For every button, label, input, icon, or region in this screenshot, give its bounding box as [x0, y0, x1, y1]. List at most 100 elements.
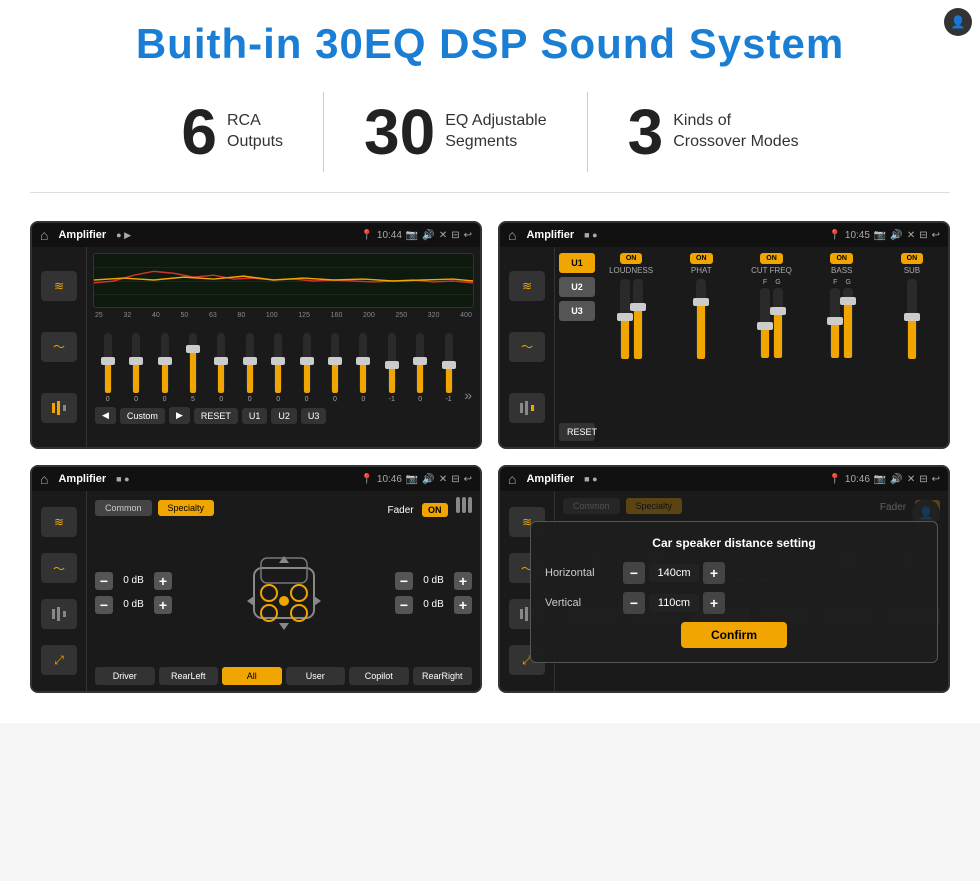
horizontal-plus[interactable]: +: [703, 562, 725, 584]
sub-track[interactable]: [907, 279, 917, 359]
sub-toggle[interactable]: ON: [901, 253, 924, 264]
home-icon-4[interactable]: ⌂: [508, 471, 516, 487]
common-btn[interactable]: Common: [95, 500, 152, 516]
home-icon-1[interactable]: ⌂: [40, 227, 48, 243]
rl-plus[interactable]: +: [154, 596, 172, 614]
eq-slider-11: -1: [379, 333, 404, 403]
eq-track-8[interactable]: [303, 333, 311, 393]
eq-graph: [93, 253, 474, 308]
play-btn-eq[interactable]: ▶: [169, 407, 190, 424]
vol-icon-btn-2[interactable]: [509, 393, 545, 423]
eq-track-4[interactable]: [189, 333, 197, 393]
loudness-label: LOUDNESS: [609, 266, 653, 275]
fr-plus[interactable]: +: [454, 572, 472, 590]
camera-icon-3: 📷: [406, 474, 418, 485]
eq-slider-7: 0: [265, 333, 290, 403]
location-icon-2: 📍: [828, 230, 840, 241]
fader-label: Fader: [387, 505, 413, 516]
preset-u2[interactable]: U2: [559, 277, 595, 297]
preset-u1[interactable]: U1: [559, 253, 595, 273]
all-btn[interactable]: All: [222, 667, 282, 685]
rearleft-btn[interactable]: RearLeft: [159, 667, 219, 685]
bass-track-2[interactable]: [843, 288, 853, 358]
eq-track-12[interactable]: [416, 333, 424, 393]
expand-btn-3[interactable]: ⤢: [41, 645, 77, 675]
phat-toggle[interactable]: ON: [690, 253, 713, 264]
bass-track-1[interactable]: [830, 288, 840, 358]
loudness-track-1[interactable]: [620, 279, 630, 359]
cutfreq-sliders: F G: [760, 279, 783, 358]
eq-track-3[interactable]: [161, 333, 169, 393]
specialty-btn[interactable]: Specialty: [158, 500, 215, 516]
wave-icon-btn-3[interactable]: 〜: [41, 553, 77, 583]
confirm-button[interactable]: Confirm: [681, 622, 787, 648]
vertical-plus[interactable]: +: [703, 592, 725, 614]
app-title-4: Amplifier: [526, 473, 574, 485]
eq-track-13[interactable]: [445, 333, 453, 393]
eq-track-9[interactable]: [331, 333, 339, 393]
feature-eq-number: 30: [364, 100, 435, 164]
u3-btn[interactable]: U3: [301, 408, 327, 424]
wave-icon-btn[interactable]: 〜: [41, 332, 77, 362]
bass-toggle[interactable]: ON: [830, 253, 853, 264]
u1-btn[interactable]: U1: [242, 408, 268, 424]
vol-icon-btn-3[interactable]: [41, 599, 77, 629]
eq-track-2[interactable]: [132, 333, 140, 393]
eq-slider-8: 0: [294, 333, 319, 403]
vol-icon-btn[interactable]: [41, 393, 77, 423]
rr-plus[interactable]: +: [454, 596, 472, 614]
horizontal-label: Horizontal: [545, 567, 615, 579]
channel-bass: ON BASS F: [810, 253, 874, 441]
expand-icon[interactable]: »: [464, 387, 472, 403]
vertical-minus[interactable]: −: [623, 592, 645, 614]
fr-value: 0 dB: [416, 575, 451, 586]
horizontal-minus[interactable]: −: [623, 562, 645, 584]
channel-phat: ON PHAT: [669, 253, 733, 441]
cutfreq-toggle[interactable]: ON: [760, 253, 783, 264]
wave-icon-btn-2[interactable]: 〜: [509, 332, 545, 362]
eq-track-10[interactable]: [359, 333, 367, 393]
status-bar-3: ⌂ Amplifier ■ ● 📍 10:46 📷 🔊 ✕ ⊟ ↩: [32, 467, 480, 491]
fader-content: ≋ 〜 ⤢ Common Specialty: [32, 491, 480, 691]
status-icons-4: 📍 10:46 📷 🔊 ✕ ⊟ ↩: [828, 474, 940, 485]
fader-sliders: [456, 497, 472, 513]
eq-icon-btn[interactable]: ≋: [41, 271, 77, 301]
phat-track[interactable]: [696, 279, 706, 359]
preset-u3[interactable]: U3: [559, 301, 595, 321]
fader-content-4: ≋ 〜 ⤢ Common Specialty: [500, 491, 948, 691]
feature-crossover-desc: Kinds of Crossover Modes: [673, 111, 798, 153]
eq-track-1[interactable]: [104, 333, 112, 393]
driver-btn[interactable]: Driver: [95, 667, 155, 685]
eq-track-11[interactable]: [388, 333, 396, 393]
reset-btn-2[interactable]: RESET: [559, 423, 595, 441]
home-icon-3[interactable]: ⌂: [40, 471, 48, 487]
fl-minus[interactable]: −: [95, 572, 113, 590]
copilot-btn[interactable]: Copilot: [349, 667, 409, 685]
vol-fr: − 0 dB +: [395, 572, 472, 590]
fr-minus[interactable]: −: [395, 572, 413, 590]
reset-btn-1[interactable]: RESET: [194, 408, 238, 424]
u2-btn[interactable]: U2: [271, 408, 297, 424]
home-icon-2[interactable]: ⌂: [508, 227, 516, 243]
prev-btn[interactable]: ◀: [95, 407, 116, 424]
eq-icon-btn-2[interactable]: ≋: [509, 271, 545, 301]
cutfreq-track-2[interactable]: [773, 288, 783, 358]
vol-rl: − 0 dB +: [95, 596, 172, 614]
eq-icon-btn-3[interactable]: ≋: [41, 507, 77, 537]
fl-plus[interactable]: +: [154, 572, 172, 590]
user-btn[interactable]: User: [286, 667, 346, 685]
fader-on-badge: ON: [422, 503, 448, 517]
dialog-vertical-row: Vertical − 110cm +: [545, 592, 923, 614]
loudness-toggle[interactable]: ON: [620, 253, 643, 264]
eq-track-7[interactable]: [274, 333, 282, 393]
record-icon-1: ● ▶: [116, 230, 131, 241]
rearright-btn[interactable]: RearRight: [413, 667, 473, 685]
eq-track-5[interactable]: [217, 333, 225, 393]
custom-btn[interactable]: Custom: [120, 408, 165, 424]
left-vol-col: − 0 dB + − 0 dB +: [95, 524, 178, 661]
cutfreq-track-1[interactable]: [760, 288, 770, 358]
loudness-track-2[interactable]: [633, 279, 643, 359]
rl-minus[interactable]: −: [95, 596, 113, 614]
rr-minus[interactable]: −: [395, 596, 413, 614]
eq-track-6[interactable]: [246, 333, 254, 393]
